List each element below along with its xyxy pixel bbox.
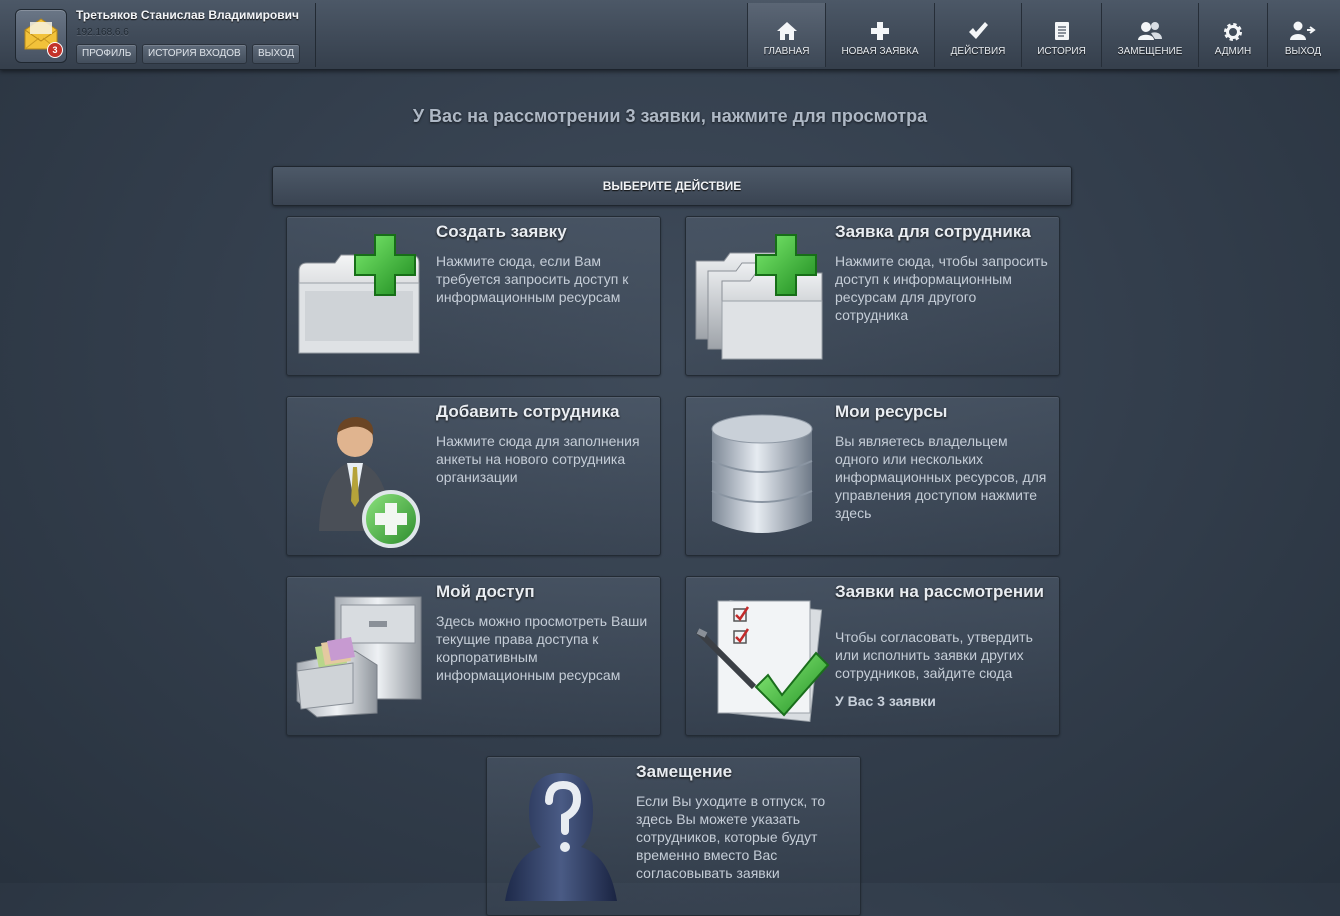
card-title: Мои ресурсы xyxy=(835,402,948,421)
nav-admin-label: АДМИН xyxy=(1214,46,1252,57)
user-ip: 192.168.6.6 xyxy=(76,27,129,38)
card-title: Добавить сотрудника xyxy=(436,402,620,421)
card-pending-requests[interactable]: Заявки на рассмотрении Чтобы согласовать… xyxy=(685,576,1060,736)
document-icon xyxy=(1054,22,1069,40)
unknown-person-icon xyxy=(505,773,617,901)
logout-button[interactable]: ВЫХОД xyxy=(252,44,301,64)
card-title: Заявки на рассмотрении xyxy=(835,582,1044,601)
card-add-employee[interactable]: Добавить сотрудника Нажмите сюда для зап… xyxy=(286,396,661,556)
nav-home[interactable]: ГЛАВНАЯ xyxy=(747,3,825,67)
card-my-resources[interactable]: Мои ресурсы Вы являетесь владельцем одно… xyxy=(685,396,1060,556)
plus-icon xyxy=(871,22,889,40)
user-logout-icon xyxy=(1290,21,1316,40)
card-description: Нажмите сюда для заполнения анкеты на но… xyxy=(436,433,640,485)
avatar[interactable]: 3 xyxy=(15,9,67,63)
card-description: Нажмите сюда, чтобы запросить доступ к и… xyxy=(835,253,1048,323)
nav-substitution[interactable]: ЗАМЕЩЕНИЕ xyxy=(1101,3,1198,67)
card-description: Нажмите сюда, если Вам требуется запроси… xyxy=(436,253,629,305)
folders-plus-icon xyxy=(695,234,823,360)
card-description: Здесь можно просмотреть Ваши текущие пра… xyxy=(436,613,648,683)
nav-actions[interactable]: ДЕЙСТВИЯ xyxy=(934,3,1021,67)
nav-history-label: ИСТОРИЯ xyxy=(1037,46,1086,57)
users-icon xyxy=(1138,22,1162,40)
card-description: Вы являетесь владельцем одного или неско… xyxy=(835,433,1047,521)
nav-home-label: ГЛАВНАЯ xyxy=(763,46,810,57)
card-description: Чтобы согласовать, утвердить или исполни… xyxy=(835,629,1033,681)
person-add-icon xyxy=(319,417,420,548)
nav-history[interactable]: ИСТОРИЯ xyxy=(1021,3,1101,67)
gear-icon xyxy=(1224,23,1242,41)
card-title: Мой доступ xyxy=(436,582,535,601)
nav-admin[interactable]: АДМИН xyxy=(1198,3,1267,67)
card-substitution[interactable]: Замещение Если Вы уходите в отпуск, то з… xyxy=(486,756,861,916)
folder-plus-icon xyxy=(298,234,420,354)
pending-requests-notice[interactable]: У Вас на рассмотрении 3 заявки, нажмите … xyxy=(0,106,1340,127)
checkmark-icon xyxy=(969,22,988,39)
card-title: Создать заявку xyxy=(436,222,567,241)
nav-new-request[interactable]: НОВАЯ ЗАЯВКА xyxy=(825,3,934,67)
nav-actions-label: ДЕЙСТВИЯ xyxy=(950,46,1006,57)
file-cabinet-icon xyxy=(296,596,422,718)
nav-logout-label: ВЫХОД xyxy=(1284,46,1322,57)
card-description: Если Вы уходите в отпуск, то здесь Вы мо… xyxy=(636,793,826,881)
checklist-icon xyxy=(695,599,830,723)
card-create-request[interactable]: Создать заявку Нажмите сюда, если Вам тр… xyxy=(286,216,661,376)
card-title: Заявка для сотрудника xyxy=(835,222,1031,241)
top-bar: 3 Третьяков Станислав Владимирович 192.1… xyxy=(0,0,1340,70)
profile-button[interactable]: ПРОФИЛЬ xyxy=(76,44,138,64)
pending-count-text: У Вас 3 заявки xyxy=(835,693,936,709)
card-my-access[interactable]: Мой доступ Здесь можно просмотреть Ваши … xyxy=(286,576,661,736)
nav-new-request-label: НОВАЯ ЗАЯВКА xyxy=(841,46,919,57)
notification-badge: 3 xyxy=(47,42,63,58)
home-icon xyxy=(776,22,797,40)
nav-substitution-label: ЗАМЕЩЕНИЕ xyxy=(1117,46,1183,57)
user-panel: 3 Третьяков Станислав Владимирович 192.1… xyxy=(4,3,316,67)
nav-logout[interactable]: ВЫХОД xyxy=(1267,3,1338,67)
login-history-button[interactable]: ИСТОРИЯ ВХОДОВ xyxy=(142,44,247,64)
panel-title: ВЫБЕРИТЕ ДЕЙСТВИЕ xyxy=(272,166,1072,206)
database-icon xyxy=(711,414,813,533)
card-title: Замещение xyxy=(636,762,733,781)
card-employee-request[interactable]: Заявка для сотрудника Нажмите сюда, чтоб… xyxy=(685,216,1060,376)
user-name: Третьяков Станислав Владимирович xyxy=(76,8,299,22)
